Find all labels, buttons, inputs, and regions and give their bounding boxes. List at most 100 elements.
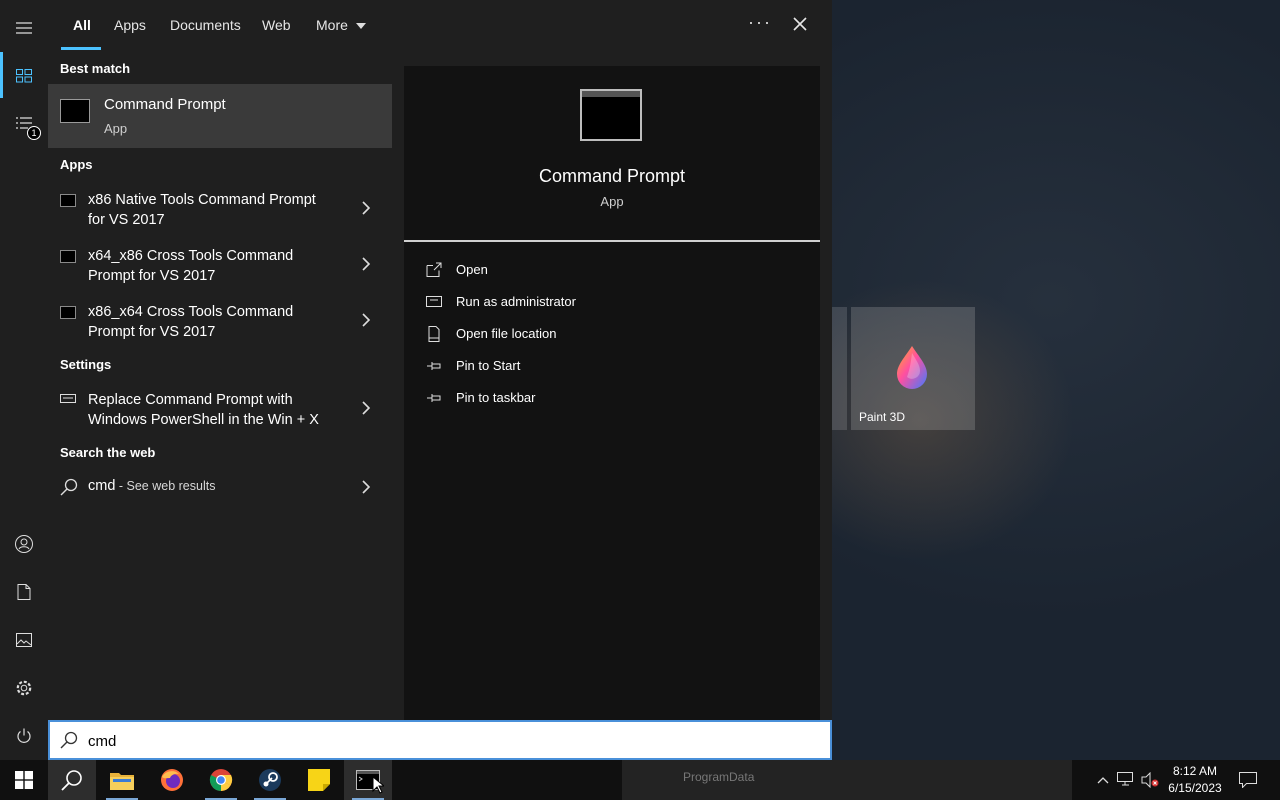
web-query-suffix: - See web results [115,479,216,493]
timeline-button[interactable] [0,100,48,148]
picture-icon [16,633,32,647]
thumbnail-text: ProgramData [683,770,755,784]
speaker-muted-icon [1141,772,1159,788]
app-result-label: x86 Native Tools Command Prompt for VS 2… [88,190,348,230]
hamburger-menu-button[interactable] [0,4,48,52]
firefox-taskbar-button[interactable] [148,760,196,800]
partial-tile[interactable] [832,307,847,430]
firefox-icon [161,769,183,791]
notification-badge: 1 [27,126,41,140]
tab-web[interactable]: Web [262,17,291,33]
app-result-label: x86_x64 Cross Tools Command Prompt for V… [88,302,348,342]
action-pin-to-taskbar[interactable]: Pin to taskbar [426,388,726,412]
app-result-label: x64_x86 Cross Tools Command Prompt for V… [88,246,348,286]
app-result-line1: x64_x86 Cross Tools Command [88,248,294,264]
taskbar: ProgramData 8:12 AM 6/15/2023 [0,760,1280,800]
web-result-item[interactable]: cmd - See web results [48,476,392,506]
command-prompt-icon [60,194,76,207]
pin-icon [427,362,441,370]
search-box [48,720,832,760]
command-prompt-taskbar-button[interactable] [344,760,392,800]
sticky-notes-taskbar-button[interactable] [295,760,343,800]
tab-more-label: More [316,17,348,33]
search-panel: All Apps Documents Web More ··· Best mat… [48,0,832,720]
command-prompt-icon [60,250,76,263]
app-result-item[interactable]: x64_x86 Cross Tools Command Prompt for V… [48,246,392,298]
pictures-button[interactable] [0,616,48,664]
start-button[interactable] [0,760,48,800]
volume-tray-button[interactable] [1140,760,1160,800]
shield-icon [426,296,442,307]
close-icon[interactable] [788,12,812,36]
search-results: Best match Command Prompt App Apps x86 N… [48,52,392,720]
command-prompt-icon [60,306,76,319]
tab-apps[interactable]: Apps [114,17,146,33]
clock-time: 8:12 AM [1172,764,1218,778]
settings-heading: Settings [60,357,112,372]
document-icon [17,584,31,600]
account-button[interactable] [0,520,48,568]
action-run-as-administrator[interactable]: Run as administrator [426,292,726,316]
power-icon [17,728,31,743]
setting-result-item[interactable]: Replace Command Prompt with Windows Powe… [48,390,392,442]
sticky-notes-icon [308,769,330,791]
hamburger-icon [16,22,32,34]
chrome-icon [209,769,233,791]
app-result-line1: x86 Native Tools Command Prompt [88,192,316,208]
action-open[interactable]: Open [426,260,726,284]
chevron-right-icon[interactable] [358,312,374,328]
clock[interactable]: 8:12 AM 6/15/2023 [1160,763,1230,797]
search-taskbar-button[interactable] [48,760,96,800]
network-icon [1117,772,1133,786]
chrome-taskbar-button[interactable] [197,760,245,800]
settings-button[interactable] [0,664,48,712]
search-input[interactable] [88,728,788,754]
app-result-line2: for VS 2017 [88,212,165,228]
tab-more[interactable]: More [316,17,366,33]
app-result-item[interactable]: x86 Native Tools Command Prompt for VS 2… [48,190,392,242]
search-icon [61,770,82,791]
clock-date: 6/15/2023 [1168,781,1222,795]
notification-icon [1239,772,1257,788]
action-center-button[interactable] [1234,760,1262,800]
windows-logo-icon [15,771,33,789]
home-button[interactable] [0,52,48,100]
steam-taskbar-button[interactable] [246,760,294,800]
setting-result-line2: Windows PowerShell in the Win + X [88,412,319,428]
network-tray-button[interactable] [1116,760,1136,800]
app-result-item[interactable]: x86_x64 Cross Tools Command Prompt for V… [48,302,392,354]
action-label: Open file location [456,326,557,341]
action-label: Run as administrator [456,294,576,309]
tab-documents[interactable]: Documents [170,17,241,33]
web-query-text: cmd - See web results [88,478,215,494]
search-icon [60,478,78,496]
steam-icon [259,769,281,791]
tab-all[interactable]: All [73,17,91,33]
power-button[interactable] [0,712,48,760]
chevron-right-icon[interactable] [358,256,374,272]
documents-button[interactable] [0,568,48,616]
window-thumbnail[interactable]: ProgramData [622,760,1072,800]
command-prompt-large-icon [580,89,642,141]
folder-icon [110,773,134,790]
start-rail: 1 [0,0,48,760]
file-explorer-taskbar-button[interactable] [98,760,146,800]
action-pin-to-start[interactable]: Pin to Start [426,356,726,380]
show-hidden-icons-button[interactable] [1094,760,1112,800]
chevron-right-icon[interactable] [358,400,374,416]
apps-heading: Apps [60,157,93,172]
app-result-line1: x86_x64 Cross Tools Command [88,304,294,320]
file-location-icon [428,326,440,342]
paint-3d-tile[interactable]: Paint 3D [851,307,975,430]
command-prompt-icon [60,99,90,123]
chevron-right-icon[interactable] [358,479,374,495]
caret-down-icon [355,23,366,30]
more-options-icon[interactable]: ··· [748,12,772,33]
monitor-settings-icon [60,394,76,403]
chevron-right-icon[interactable] [358,200,374,216]
mouse-cursor-icon [372,776,384,794]
best-match-item[interactable]: Command Prompt App [48,84,392,148]
action-open-file-location[interactable]: Open file location [426,324,726,348]
best-match-type: App [104,121,128,136]
web-query: cmd [88,478,116,494]
